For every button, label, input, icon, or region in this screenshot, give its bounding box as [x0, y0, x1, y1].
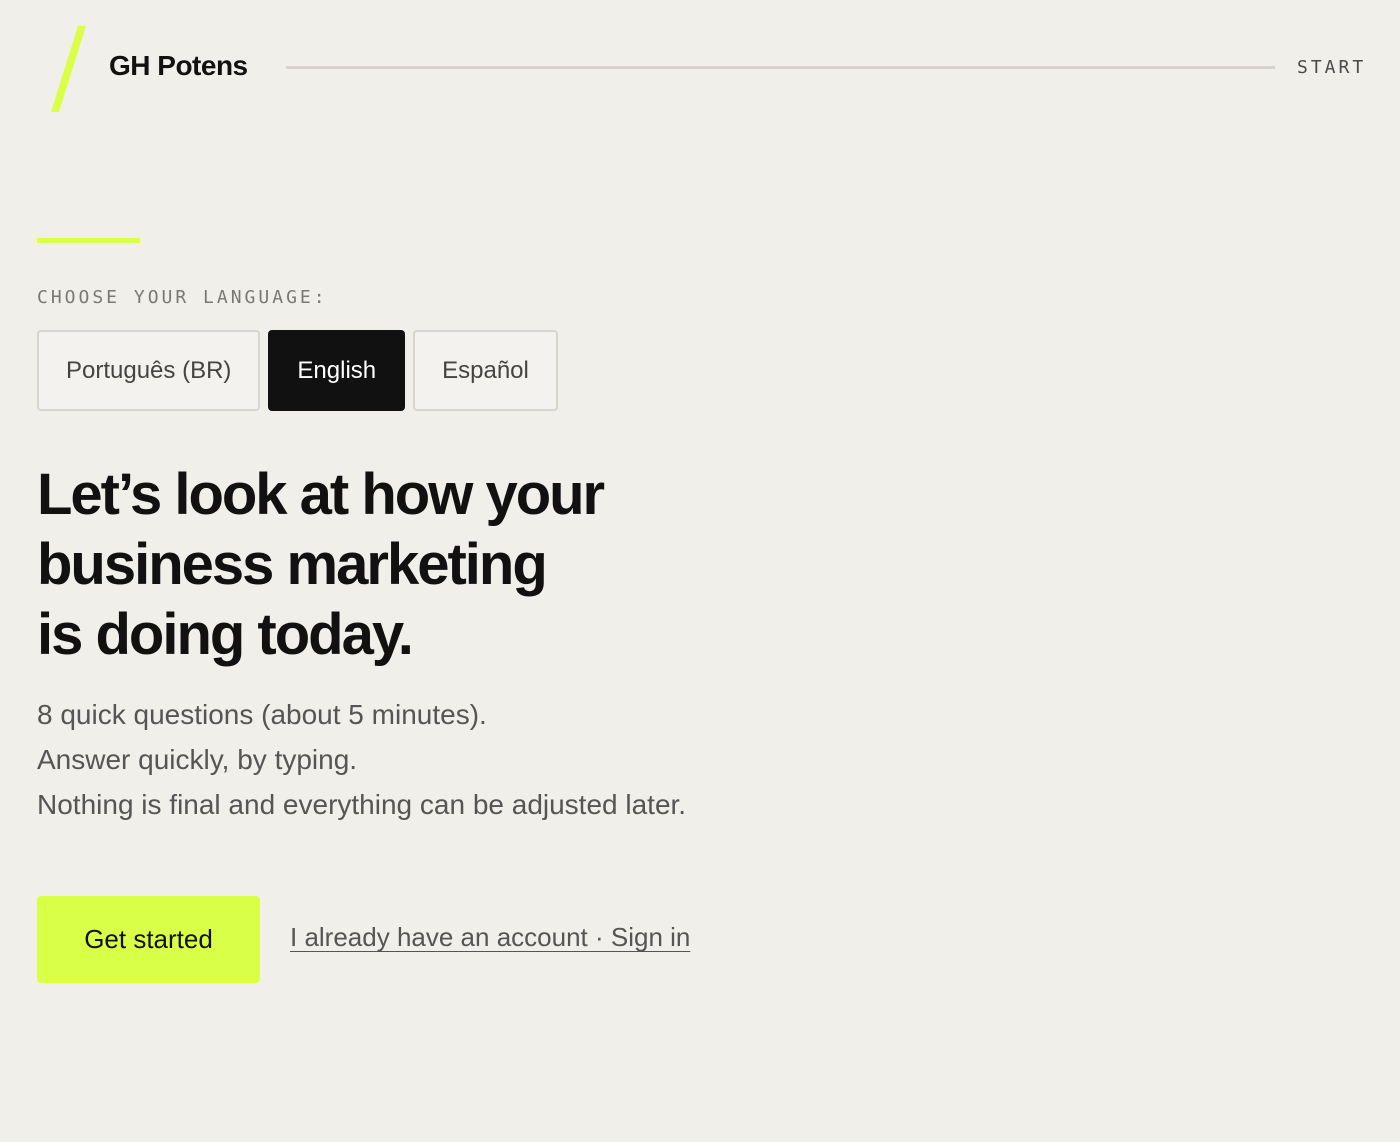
- language-label: CHOOSE YOUR LANGUAGE:: [37, 287, 328, 308]
- headline-line: business marketing: [37, 532, 548, 597]
- page-title: Let’s look at how your business marketin…: [37, 460, 677, 670]
- onboarding-page: GH Potens START CHOOSE YOUR LANGUAGE: Po…: [0, 0, 1400, 1142]
- headline-line: is doing today.: [37, 602, 414, 667]
- brand-name: GH Potens: [109, 50, 248, 81]
- intro-line: Nothing is final and everything can be a…: [37, 789, 687, 820]
- progress-line: [286, 66, 1275, 69]
- language-option-spanish[interactable]: Español: [413, 330, 558, 411]
- language-option-portuguese[interactable]: Português (BR): [37, 330, 261, 411]
- headline-line: Let’s look at how your: [37, 462, 605, 527]
- accent-bar: [37, 238, 140, 243]
- sign-in-link[interactable]: I already have an account · Sign in: [290, 922, 690, 953]
- intro-line: Answer quickly, by typing.: [37, 744, 358, 775]
- language-option-english[interactable]: English: [268, 330, 406, 411]
- get-started-button[interactable]: Get started: [37, 896, 260, 983]
- step-label: START: [1297, 57, 1367, 78]
- intro-line: 8 quick questions (about 5 minutes).: [37, 699, 487, 730]
- intro-text: 8 quick questions (about 5 minutes). Ans…: [37, 692, 686, 827]
- slash-logo-icon: [51, 26, 86, 112]
- language-selector: Português (BR) English Español: [37, 330, 558, 411]
- header: GH Potens START: [0, 0, 1400, 140]
